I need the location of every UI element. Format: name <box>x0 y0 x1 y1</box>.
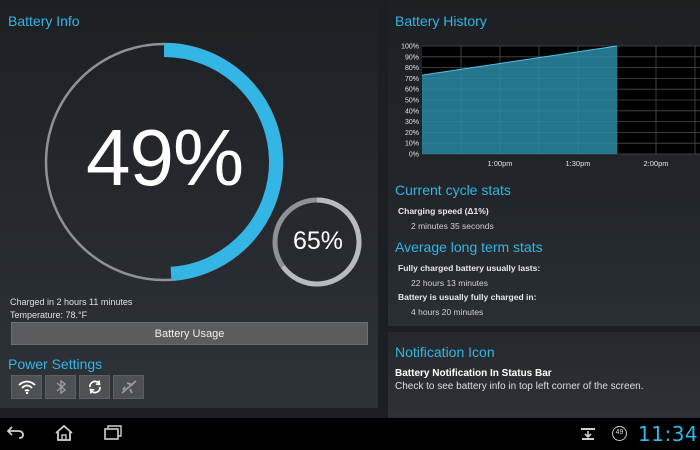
chart-y-tick-label: 60% <box>405 87 419 94</box>
home-button[interactable] <box>54 424 74 442</box>
chart-y-tick-label: 70% <box>405 76 419 83</box>
notification-title: Notification Icon <box>395 344 495 360</box>
system-nav-bar: 49 11:34 <box>0 418 700 450</box>
battery-lasts-label: Fully charged battery usually lasts: <box>398 263 541 273</box>
battery-status-badge[interactable]: 49 <box>612 426 627 441</box>
battery-history-title: Battery History <box>395 13 487 29</box>
charged-time-text: Charged in 2 hours 11 minutes <box>10 297 133 307</box>
download-notification[interactable] <box>580 427 596 441</box>
recent-apps-icon <box>104 425 122 440</box>
wifi-icon <box>17 380 36 395</box>
chart-x-tick-label: 1:00pm <box>487 159 512 168</box>
sync-toggle-button[interactable] <box>79 375 110 399</box>
notification-setting-label[interactable]: Battery Notification In Status Bar <box>395 368 552 379</box>
chart-y-tick-label: 40% <box>405 108 419 115</box>
power-settings-title: Power Settings <box>8 356 103 372</box>
chart-y-tick-label: 10% <box>405 141 419 148</box>
charging-speed-value: 2 minutes 35 seconds <box>411 221 494 231</box>
battery-usage-button[interactable]: Battery Usage <box>11 322 368 345</box>
chart-x-tick-label: 2:00pm <box>643 159 668 168</box>
chart-y-tick-label: 80% <box>405 65 419 72</box>
bluetooth-icon <box>56 379 66 395</box>
notification-setting-desc: Check to see battery info in top left co… <box>395 381 644 392</box>
bluetooth-toggle-button[interactable] <box>45 375 76 399</box>
secondary-level-text: 65% <box>292 227 344 255</box>
battery-history-chart: 100% 90% 80% 70% 60% 50% 40% 30% 20% 10% 0% 1:00pm… <box>401 44 700 168</box>
download-icon <box>581 428 595 440</box>
charge-time-value: 4 hours 20 minutes <box>411 307 484 317</box>
battery-lasts-value: 22 hours 13 minutes <box>411 278 489 288</box>
airplane-icon <box>120 380 137 394</box>
wifi-toggle-button[interactable] <box>11 375 42 399</box>
charging-speed-label: Charging speed (Δ1%) <box>398 206 489 216</box>
chart-y-tick-label: 100% <box>401 44 419 51</box>
chart-y-tick-label: 0% <box>409 152 419 159</box>
airplane-mode-button[interactable] <box>113 375 144 399</box>
status-clock[interactable]: 11:34 <box>638 422 698 446</box>
charge-time-label: Battery is usually fully charged in: <box>398 292 537 302</box>
chart-y-tick-label: 90% <box>405 54 419 61</box>
sync-icon <box>88 380 101 394</box>
back-icon <box>6 426 24 439</box>
recent-apps-button[interactable] <box>103 424 123 440</box>
chart-y-tick-label: 20% <box>405 130 419 137</box>
current-cycle-title: Current cycle stats <box>395 182 511 198</box>
chart-x-tick-label: 1:30pm <box>565 159 590 168</box>
temperature-text: Temperature: 78.°F <box>10 310 88 320</box>
chart-y-tick-label: 30% <box>405 119 419 126</box>
long-term-title: Average long term stats <box>395 239 543 255</box>
battery-level-text: 49% <box>86 113 244 202</box>
back-button[interactable] <box>6 424 26 440</box>
home-icon <box>55 424 73 441</box>
chart-y-tick-label: 50% <box>405 98 419 105</box>
